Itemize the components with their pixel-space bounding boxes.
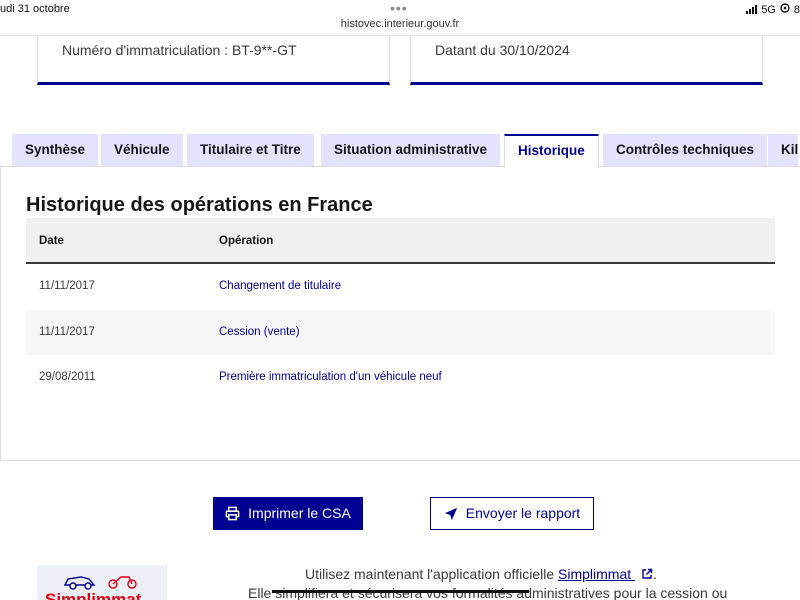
simplimmat-link-label: Simplimmat bbox=[558, 566, 632, 582]
printer-icon bbox=[225, 506, 240, 521]
wifi-icon bbox=[780, 3, 790, 16]
operation-date: 11/11/2017 bbox=[39, 325, 95, 338]
tab-situation-administrative[interactable]: Situation administrative bbox=[321, 134, 501, 166]
tab-controles-techniques[interactable]: Contrôles techniques bbox=[603, 134, 768, 166]
history-panel: Historique des opérations en France Date… bbox=[0, 166, 800, 461]
network-type: 5G bbox=[761, 3, 776, 16]
operation-link[interactable]: Cession (vente) bbox=[219, 326, 300, 338]
vehicle-summary-cards: Numéro d'immatriculation : BT-9**-GT Dat… bbox=[0, 36, 800, 86]
history-title: Historique des opérations en France bbox=[26, 194, 373, 216]
table-row: 11/11/2017 Changement de titulaire bbox=[26, 264, 775, 310]
battery-level: 8 bbox=[793, 3, 800, 16]
operation-date: 29/08/2011 bbox=[39, 371, 96, 383]
simplimmat-logo[interactable]: Simplimmat bbox=[37, 565, 167, 600]
promo-prefix: Utilisez maintenant l'application offici… bbox=[305, 566, 558, 582]
status-indicators: 5G 8 bbox=[746, 3, 800, 16]
operation-link[interactable]: Première immatriculation d'un véhicule n… bbox=[219, 371, 442, 383]
simplimmat-promo-line: Utilisez maintenant l'application offici… bbox=[305, 566, 657, 583]
handwritten-strike-mark bbox=[272, 590, 529, 593]
table-header: Date Opération bbox=[26, 218, 775, 264]
external-link-icon bbox=[641, 567, 653, 583]
send-icon bbox=[444, 507, 458, 521]
table-row: 11/11/2017 Cession (vente) bbox=[26, 309, 775, 355]
plate-number-label: Numéro d'immatriculation : BT-9**-GT bbox=[62, 42, 297, 58]
send-report-label: Envoyer le rapport bbox=[465, 505, 581, 521]
tab-historique[interactable]: Historique bbox=[504, 134, 599, 168]
signal-icon bbox=[746, 5, 758, 14]
report-date-card: Datant du 30/10/2024 bbox=[410, 36, 763, 85]
more-dots-icon[interactable]: ••• bbox=[390, 0, 408, 16]
column-header-date: Date bbox=[39, 235, 64, 247]
tab-vehicule[interactable]: Véhicule bbox=[101, 134, 183, 166]
print-csa-button[interactable]: Imprimer le CSA bbox=[213, 497, 363, 530]
send-report-button[interactable]: Envoyer le rapport bbox=[430, 497, 594, 530]
column-header-operation: Opération bbox=[219, 235, 274, 247]
print-csa-label: Imprimer le CSA bbox=[248, 505, 351, 521]
address-bar-url[interactable]: histovec.interieur.gouv.fr bbox=[0, 18, 800, 30]
simplimmat-link[interactable]: Simplimmat bbox=[558, 566, 653, 582]
operation-date: 11/11/2017 bbox=[39, 280, 95, 292]
promo-suffix: . bbox=[653, 566, 657, 582]
report-date-label: Datant du 30/10/2024 bbox=[435, 42, 570, 58]
plate-card: Numéro d'immatriculation : BT-9**-GT bbox=[37, 36, 390, 85]
logo-wordmark: Simplimmat bbox=[45, 590, 142, 600]
browser-status-bar: udi 31 octobre ••• histovec.interieur.go… bbox=[0, 0, 800, 36]
tab-titulaire-et-titre[interactable]: Titulaire et Titre bbox=[187, 134, 314, 166]
tab-synthese[interactable]: Synthèse bbox=[12, 134, 99, 166]
status-date: udi 31 octobre bbox=[0, 3, 70, 15]
report-tabs: Synthèse Véhicule Titulaire et Titre Sit… bbox=[0, 134, 800, 168]
history-table: Date Opération 11/11/2017 Changement de … bbox=[26, 218, 775, 401]
operation-link[interactable]: Changement de titulaire bbox=[219, 280, 341, 292]
tab-kilometrage[interactable]: Kil bbox=[768, 134, 799, 166]
table-row: 29/08/2011 Première immatriculation d'un… bbox=[26, 355, 775, 401]
